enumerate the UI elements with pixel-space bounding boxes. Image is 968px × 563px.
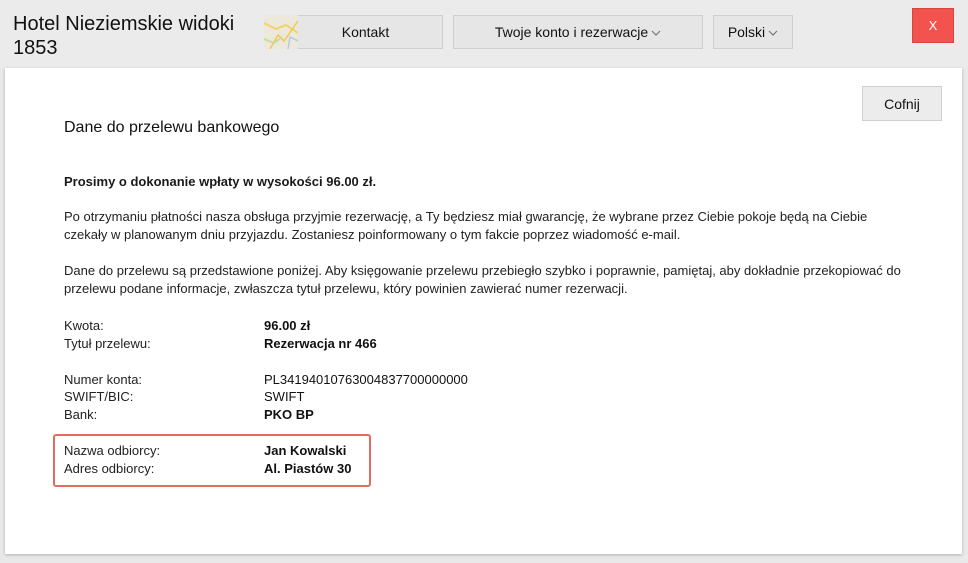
info-paragraph-payment: Po otrzymaniu płatności nasza obsługa pr…: [64, 209, 868, 242]
contact-button-label: Kontakt: [341, 24, 390, 40]
hotel-name: Hotel Nieziemskie widoki 1853: [13, 13, 235, 59]
back-button-label: Cofnij: [884, 95, 920, 112]
recipient-address-label: Adres odbiorcy:: [64, 461, 155, 476]
payment-amount-request: Prosimy o dokonanie wpłaty w wysokości 9…: [64, 174, 377, 189]
recipient-name-value: Jan Kowalski: [264, 443, 347, 458]
bank-transfer-panel: Cofnij Dane do przelewu bankowego Prosim…: [5, 68, 962, 554]
swift-value: SWIFT: [264, 389, 305, 404]
amount-label: Kwota:: [64, 318, 104, 333]
account-reservations-label: Twoje konto i rezerwacje: [494, 24, 649, 40]
bank-value: PKO BP: [264, 407, 314, 422]
transfer-title-value: Rezerwacja nr 466: [264, 336, 377, 351]
map-thumbnail-icon[interactable]: [264, 15, 298, 49]
amount-value: 96.00 zł: [264, 318, 311, 333]
language-dropdown[interactable]: Polski: [713, 15, 793, 49]
transfer-title-label: Tytuł przelewu:: [64, 336, 151, 351]
account-number-label: Numer konta:: [64, 372, 143, 387]
top-bar: Hotel Nieziemskie widoki 1853 Kontakt Tw…: [0, 0, 968, 68]
bank-label: Bank:: [64, 407, 98, 422]
recipient-name-label: Nazwa odbiorcy:: [64, 443, 161, 458]
close-button[interactable]: X: [912, 8, 954, 43]
chevron-down-icon: [651, 25, 661, 36]
recipient-address-value: Al. Piastów 30: [264, 461, 352, 476]
close-icon: X: [928, 18, 938, 33]
swift-label: SWIFT/BIC:: [64, 389, 134, 404]
language-label: Polski: [727, 24, 766, 40]
back-button[interactable]: Cofnij: [862, 86, 942, 121]
info-paragraph-transfer: Dane do przelewu są przedstawione poniże…: [64, 263, 901, 296]
chevron-down-icon: [768, 25, 778, 36]
account-reservations-dropdown[interactable]: Twoje konto i rezerwacje: [453, 15, 703, 49]
page-title: Dane do przelewu bankowego: [64, 119, 280, 136]
account-number-value: PL34194010763004837700000000: [264, 372, 468, 387]
